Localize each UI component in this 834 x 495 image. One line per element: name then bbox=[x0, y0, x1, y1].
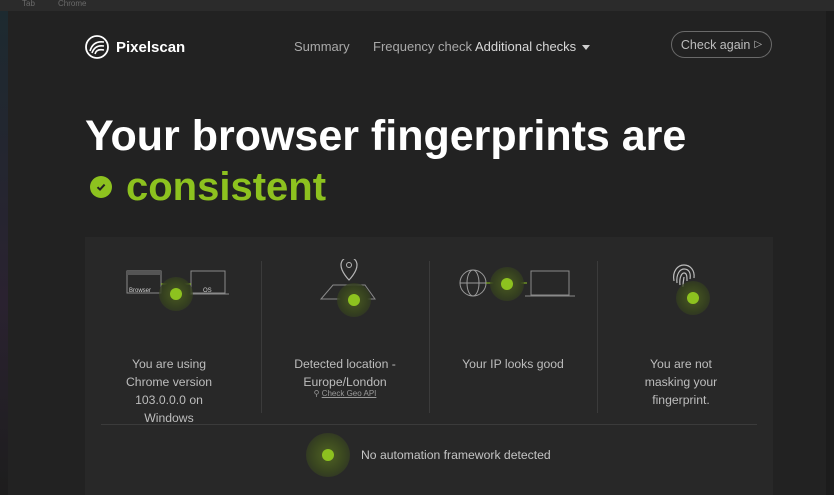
headline-status: consistent bbox=[90, 163, 326, 211]
os-label: OS bbox=[203, 288, 212, 294]
pixelscan-logo-icon bbox=[85, 35, 109, 59]
check-circle-icon bbox=[348, 294, 360, 306]
browser-title-text: Chrome bbox=[58, 0, 87, 8]
additional-checks-label: Additional checks bbox=[475, 39, 577, 54]
browser-label: Browser bbox=[129, 288, 152, 294]
fingerprint-text: You are not masking your fingerprint. bbox=[644, 357, 718, 407]
check-browser-os: Browser OS You are using Chrome version … bbox=[85, 237, 253, 425]
check-circle-icon bbox=[501, 278, 513, 290]
status-glow bbox=[306, 433, 350, 477]
ip-text: Your IP looks good bbox=[462, 357, 564, 371]
automation-check: No automation framework detected bbox=[306, 433, 551, 477]
top-nav: Pixelscan Summary Frequency check Additi… bbox=[8, 11, 826, 81]
right-window-edge bbox=[826, 11, 834, 495]
play-icon: ▷ bbox=[754, 39, 763, 50]
page: Pixelscan Summary Frequency check Additi… bbox=[8, 11, 826, 495]
nav-link-additional-checks[interactable]: Additional checks bbox=[475, 39, 591, 54]
nav-link-frequency-check[interactable]: Frequency check bbox=[373, 39, 472, 54]
headline-title: Your browser fingerprints are bbox=[85, 112, 687, 160]
caret-down-icon bbox=[582, 45, 591, 51]
brand-logo[interactable]: Pixelscan bbox=[85, 35, 185, 59]
nav-link-summary[interactable]: Summary bbox=[294, 39, 350, 54]
check-geo-api-link[interactable]: ⚲ Check Geo API bbox=[261, 389, 429, 398]
left-window-edge bbox=[0, 11, 8, 495]
check-ip: Your IP looks good bbox=[429, 237, 597, 417]
browser-os-text: You are using Chrome version 103.0.0.0 o… bbox=[125, 357, 213, 425]
check-circle-icon bbox=[687, 292, 699, 304]
browser-tab-text: Tab bbox=[22, 0, 35, 8]
check-again-button[interactable]: Check again ▷ bbox=[671, 31, 772, 58]
panel-divider bbox=[101, 424, 757, 425]
check-circle-icon bbox=[322, 449, 334, 461]
check-circle-icon bbox=[90, 176, 112, 198]
automation-text: No automation framework detected bbox=[361, 448, 551, 462]
location-small-icon: ⚲ bbox=[313, 389, 320, 398]
location-text: Detected location - Europe/London bbox=[294, 357, 396, 389]
check-geo-api-label: Check Geo API bbox=[321, 389, 377, 398]
brand-name: Pixelscan bbox=[116, 38, 186, 56]
check-fingerprint: You are not masking your fingerprint. bbox=[597, 237, 765, 417]
check-circle-icon bbox=[170, 288, 182, 300]
checks-panel: Browser OS You are using Chrome version … bbox=[85, 237, 773, 495]
check-again-label: Check again bbox=[680, 37, 751, 52]
status-word: consistent bbox=[126, 165, 327, 209]
check-location: Detected location - Europe/London ⚲ Chec… bbox=[261, 237, 429, 417]
